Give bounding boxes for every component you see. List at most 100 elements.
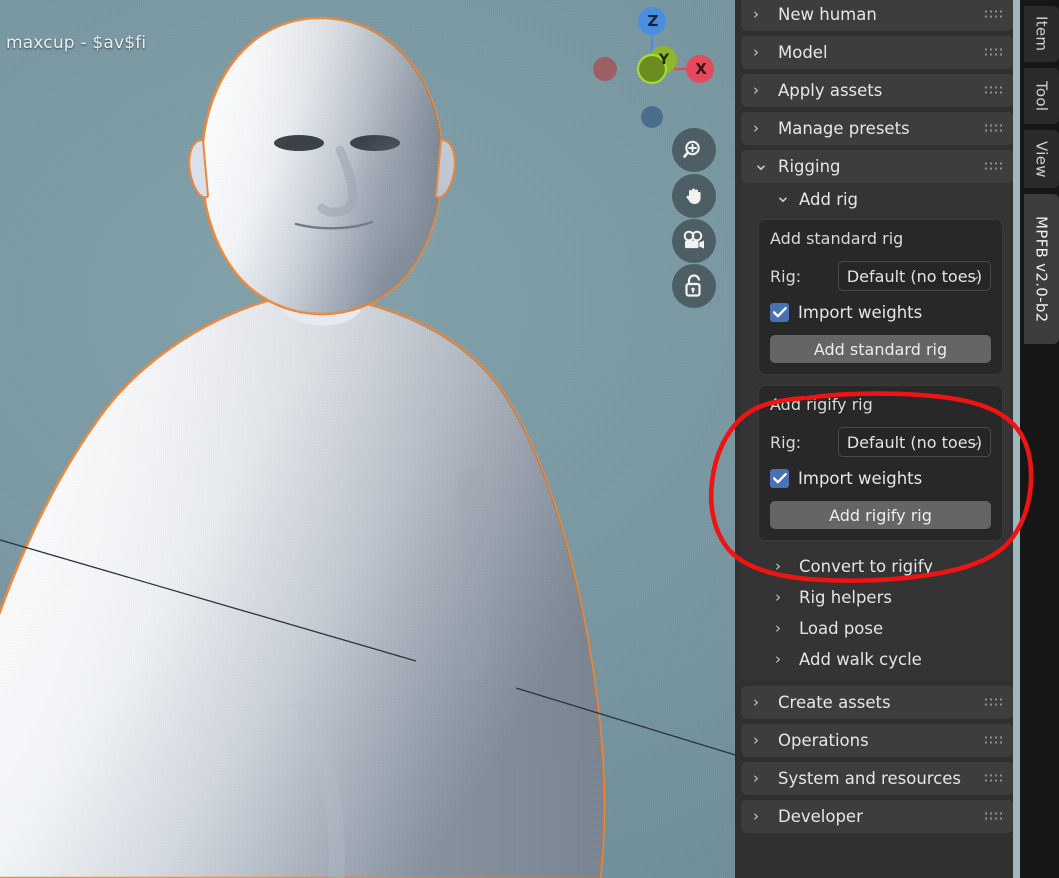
drag-grip-icon[interactable] [985,48,1003,57]
tab-item[interactable]: Item [1024,6,1059,62]
subpanel-label: Rig helpers [799,588,892,607]
add-standard-rig-button[interactable]: Add standard rig [770,335,991,363]
button-label: Add rigify rig [829,505,932,525]
card-title: Add standard rig [770,229,904,248]
checkmark-icon [772,307,787,318]
panel-label: Operations [778,731,869,750]
tab-label: Item [1032,16,1051,52]
drag-grip-icon[interactable] [985,812,1003,821]
subpanel-header-add-rig[interactable]: ⌄ Add rig [741,183,1014,215]
standard-rig-dropdown[interactable]: Default (no toes) ⌄ [838,261,991,291]
panel-header-new-human[interactable]: › New human [741,0,1014,31]
subpanel-load-pose[interactable]: › Load pose [741,613,1014,644]
chevron-down-icon: ⌄ [970,268,981,284]
rigify-import-weights-checkbox[interactable] [770,469,789,488]
drag-grip-icon[interactable] [985,774,1003,783]
checkmark-icon [772,473,787,484]
tab-label: Tool [1032,80,1051,112]
mpfb-properties-panel: › New human › Model › Apply assets › Man… [735,0,1020,878]
drag-grip-icon[interactable] [985,698,1003,707]
rigify-rig-row: Rig: Default (no toes) ⌄ [770,427,991,457]
panel-header-rigging[interactable]: ⌄ Rigging [741,150,1014,183]
tab-mpfb[interactable]: MPFB v2.0-b2 [1024,194,1059,344]
add-standard-rig-card: Add standard rig Rig: Default (no toes) … [758,219,1003,375]
checkbox-label: Import weights [798,469,923,488]
chevron-right-icon: › [775,619,781,637]
panel-header-system-and-resources[interactable]: › System and resources [741,762,1014,795]
rig-label: Rig: [770,432,802,452]
drag-grip-icon[interactable] [985,10,1003,19]
panel-header-create-assets[interactable]: › Create assets [741,686,1014,719]
card-title: Add rigify rig [770,395,873,414]
pan-tool[interactable] [672,174,716,218]
panel-label: Model [778,43,828,62]
drag-grip-icon[interactable] [985,86,1003,95]
subpanel-rig-helpers[interactable]: › Rig helpers [741,582,1014,613]
add-rigify-rig-card: Add rigify rig Rig: Default (no toes) ⌄ … [758,385,1003,541]
chevron-right-icon: › [753,119,759,137]
navigation-gizmo[interactable]: Z X Y [583,0,728,140]
gizmo-label-z[interactable]: Z [645,12,661,30]
panel-header-apply-assets[interactable]: › Apply assets [741,74,1014,107]
chevron-right-icon: › [775,650,781,668]
subpanel-convert-to-rigify[interactable]: › Convert to rigify [741,551,1014,582]
chevron-right-icon: › [753,43,759,61]
tab-label: View [1032,140,1051,178]
zoom-tool[interactable] [672,128,716,172]
magnifier-plus-icon [683,140,700,158]
blender-mpfb-window: - maxcup - $av$fi Z X Y › New human › Mo… [0,0,1059,878]
tab-view[interactable]: View [1024,130,1059,188]
standard-import-weights-row[interactable]: Import weights [770,303,991,322]
chevron-down-icon: ⌄ [970,434,981,450]
panel-label: Create assets [778,693,891,712]
chevron-down-icon: ⌄ [753,152,769,175]
dropdown-value: Default (no toes) [846,266,983,286]
gizmo-label-x[interactable]: X [693,60,709,78]
drag-grip-icon[interactable] [985,162,1003,171]
panel-header-operations[interactable]: › Operations [741,724,1014,757]
chevron-right-icon: › [753,807,759,825]
panel-label: System and resources [778,769,962,788]
drag-grip-icon[interactable] [985,124,1003,133]
subpanel-add-walk-cycle[interactable]: › Add walk cycle [741,644,1014,675]
gizmo-label-y[interactable]: Y [656,52,672,68]
chevron-right-icon: › [753,769,759,787]
panel-label: Rigging [778,157,841,176]
camera-tool[interactable] [672,219,716,263]
chevron-right-icon: › [775,557,781,575]
panel-header-manage-presets[interactable]: › Manage presets [741,112,1014,145]
subpanel-label: Add walk cycle [799,650,922,669]
viewport-overlay-text: - maxcup - $av$fi [0,33,147,53]
chevron-right-icon: › [753,5,759,23]
add-rigify-rig-button[interactable]: Add rigify rig [770,501,991,529]
lock-tool[interactable] [672,264,716,308]
subpanel-label: Convert to rigify [799,557,934,576]
button-label: Add standard rig [813,339,948,359]
standard-import-weights-checkbox[interactable] [770,303,789,322]
panel-label: Developer [778,807,863,826]
chevron-right-icon: › [753,731,759,749]
camera-icon [683,230,704,249]
tab-label: MPFB v2.0-b2 [1032,215,1051,323]
hand-icon [686,188,701,204]
neg-x-ball [593,57,617,81]
drag-grip-icon[interactable] [985,736,1003,745]
padlock-icon [685,274,701,297]
standard-rig-row: Rig: Default (no toes) ⌄ [770,261,991,291]
neg-z-ball [641,106,663,128]
sidebar-tab-strip: Item Tool View MPFB v2.0-b2 [1020,0,1059,878]
rig-label: Rig: [770,266,802,286]
panel-label: Apply assets [778,81,883,100]
chevron-right-icon: › [753,693,759,711]
chevron-right-icon: › [775,588,781,606]
subpanel-label: Add rig [799,189,859,209]
checkbox-label: Import weights [798,303,923,322]
subpanel-label: Load pose [799,619,884,638]
panel-header-model[interactable]: › Model [741,36,1014,69]
rigify-import-weights-row[interactable]: Import weights [770,469,991,488]
panel-label: Manage presets [778,119,910,138]
panel-label: New human [778,5,877,24]
rigify-rig-dropdown[interactable]: Default (no toes) ⌄ [838,427,991,457]
tab-tool[interactable]: Tool [1024,68,1059,124]
panel-header-developer[interactable]: › Developer [741,800,1014,833]
